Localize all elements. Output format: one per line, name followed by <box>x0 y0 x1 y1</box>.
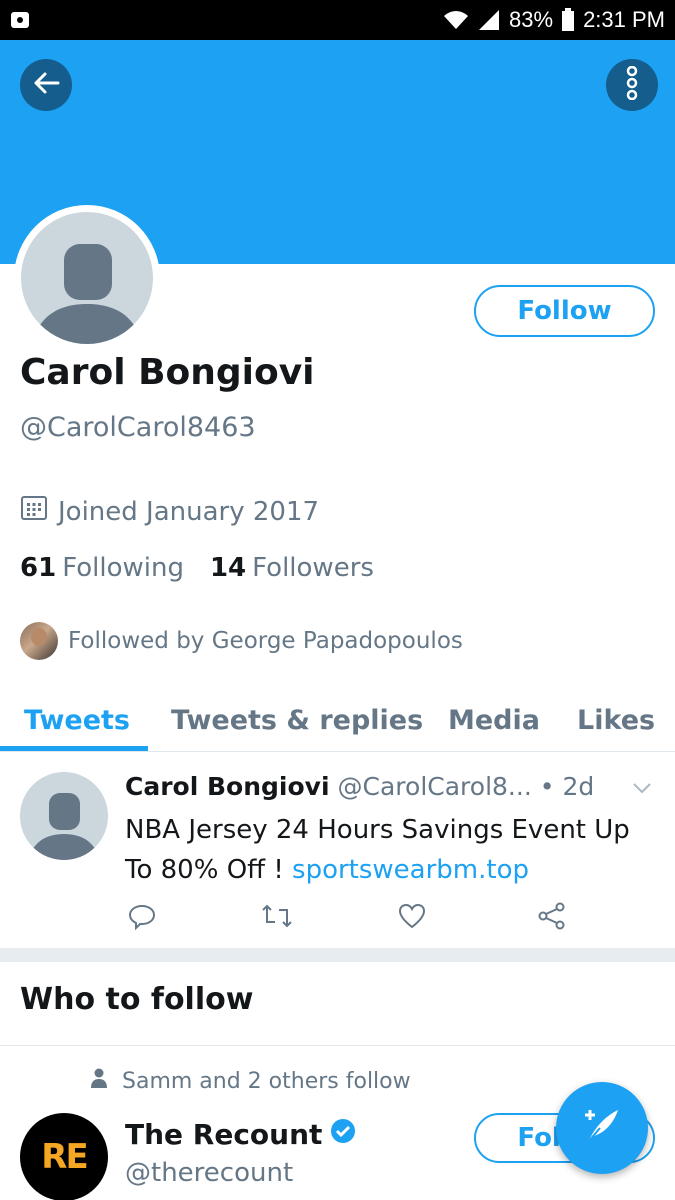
profile-name: Carol Bongiovi <box>20 352 315 393</box>
more-options-button[interactable] <box>606 59 658 111</box>
default-avatar-icon <box>21 212 153 344</box>
tab-likes[interactable]: Likes <box>577 688 655 752</box>
section-divider <box>0 948 675 962</box>
compose-tweet-button[interactable] <box>556 1082 648 1174</box>
compose-quill-icon <box>580 1104 624 1152</box>
tweet-avatar[interactable] <box>20 772 108 860</box>
status-bar: 83% 2:31 PM <box>0 0 675 40</box>
social-context: Samm and 2 others follow <box>90 1068 411 1094</box>
tab-tweets-replies[interactable]: Tweets & replies <box>171 688 423 752</box>
profile-avatar[interactable] <box>14 205 160 351</box>
retweet-icon[interactable] <box>261 902 293 934</box>
battery-icon <box>561 8 575 32</box>
tweet-text: NBA Jersey 24 Hours Savings Event Up To … <box>125 810 660 890</box>
battery-percent: 83% <box>509 7 554 32</box>
follow-button[interactable]: Follow <box>474 285 655 337</box>
verified-badge-icon <box>330 1118 356 1151</box>
tweet-author-handle: @CarolCarol8... <box>337 772 532 801</box>
tab-media[interactable]: Media <box>448 688 540 752</box>
followers-label: Followers <box>252 553 374 583</box>
wifi-icon <box>443 9 469 31</box>
tab-tweets[interactable]: Tweets <box>24 688 130 752</box>
followers-count: 14 <box>209 553 247 583</box>
recommended-account-logo: RE <box>41 1137 88 1177</box>
recommended-account-avatar[interactable]: RE <box>20 1113 108 1200</box>
calendar-icon <box>20 494 48 529</box>
active-tab-indicator <box>0 746 148 751</box>
tweet-link[interactable]: sportswearbm.top <box>292 855 529 885</box>
signal-icon <box>477 9 501 31</box>
tweet[interactable]: Carol Bongiovi @CarolCarol8... • 2d NBA … <box>0 752 675 948</box>
notification-app-icon <box>8 8 32 32</box>
following-label: Following <box>62 553 184 583</box>
arrow-left-icon <box>32 69 60 101</box>
tweet-author-name: Carol Bongiovi <box>125 772 330 801</box>
follower-avatar <box>20 622 58 660</box>
back-button[interactable] <box>20 59 72 111</box>
clock: 2:31 PM <box>583 7 665 32</box>
tweet-timestamp: • 2d <box>539 772 595 801</box>
tweet-actions <box>128 902 568 934</box>
share-icon[interactable] <box>538 902 566 934</box>
profile-tabs: Tweets Tweets & replies Media Likes <box>0 688 675 752</box>
followed-by-text: Followed by George Papadopoulos <box>68 628 463 654</box>
tweet-header: Carol Bongiovi @CarolCarol8... • 2d <box>125 772 594 801</box>
joined-text: Joined January 2017 <box>58 496 320 527</box>
reply-icon[interactable] <box>128 902 156 934</box>
profile-handle: @CarolCarol8463 <box>20 412 256 443</box>
recommended-account-name-text: The Recount <box>125 1118 323 1151</box>
like-icon[interactable] <box>398 902 426 934</box>
social-context-text: Samm and 2 others follow <box>122 1068 411 1094</box>
followed-by[interactable]: Followed by George Papadopoulos <box>20 622 463 660</box>
who-to-follow-separator <box>0 1045 675 1046</box>
following-link[interactable]: 61 Following <box>20 553 184 583</box>
follow-counts: 61 Following 14 Followers <box>20 553 374 583</box>
who-to-follow-title: Who to follow <box>20 982 254 1017</box>
following-count: 61 <box>20 553 57 583</box>
more-vertical-icon <box>625 65 639 104</box>
person-icon <box>90 1068 108 1094</box>
joined-date: Joined January 2017 <box>20 494 319 529</box>
followers-link[interactable]: 14 Followers <box>210 553 374 583</box>
chevron-down-icon[interactable] <box>632 780 652 799</box>
recommended-account-handle: @therecount <box>125 1158 294 1188</box>
recommended-account-name[interactable]: The Recount <box>125 1118 356 1151</box>
